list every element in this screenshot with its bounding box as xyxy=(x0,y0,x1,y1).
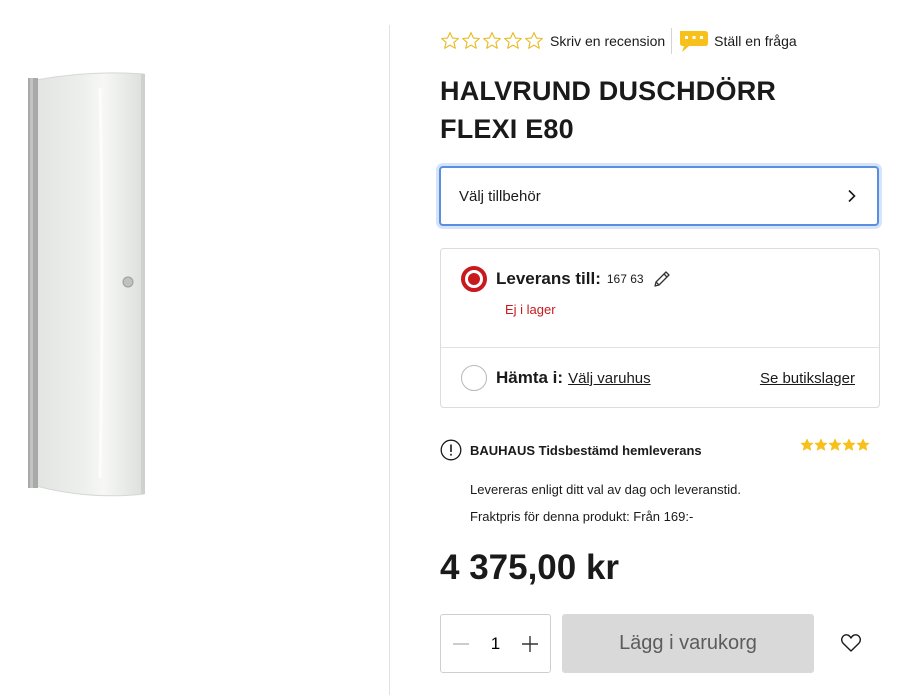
chat-bubble-icon xyxy=(680,31,709,52)
delivery-options: Leverans till: 167 63 Ej i lager Hämta i… xyxy=(440,248,880,408)
choose-store-link[interactable]: Välj varuhus xyxy=(568,370,651,387)
star-outline-icon xyxy=(462,32,480,49)
product-title: HALVRUND DUSCHDÖRR FLEXI E80 xyxy=(440,76,777,144)
timed-delivery-title: BAUHAUS Tidsbestämd hemleverans xyxy=(470,442,702,458)
delivery-divider xyxy=(441,347,879,348)
star-filled-icon xyxy=(828,438,842,451)
star-outline-icon xyxy=(504,32,522,49)
home-delivery-option[interactable]: Leverans till: 167 63 xyxy=(461,266,672,292)
delivery-description: Levereras enligt ditt val av dag och lev… xyxy=(470,482,741,497)
minus-icon[interactable] xyxy=(451,634,471,654)
quantity-input[interactable] xyxy=(478,632,513,655)
quantity-stepper xyxy=(440,614,551,673)
home-delivery-radio[interactable] xyxy=(461,266,487,292)
star-filled-icon xyxy=(800,438,814,451)
choose-accessories-button[interactable]: Välj tillbehör xyxy=(439,166,879,226)
delivery-rating-stars xyxy=(800,438,870,452)
star-outline-icon xyxy=(441,32,459,49)
ask-question-label: Ställ en fråga xyxy=(714,33,797,49)
shipping-price-text: Fraktpris för denna produkt: Från 169:- xyxy=(470,509,694,524)
heart-icon[interactable] xyxy=(840,632,862,654)
postal-code: 167 63 xyxy=(606,272,644,286)
pickup-option[interactable]: Hämta i: Välj varuhus xyxy=(461,365,651,391)
write-review-link[interactable]: Skriv en recension xyxy=(550,33,665,49)
stock-status: Ej i lager xyxy=(505,302,556,317)
product-image[interactable] xyxy=(20,68,150,500)
rating-separator xyxy=(671,28,673,54)
star-filled-icon xyxy=(814,438,828,451)
choose-accessories-label: Välj tillbehör xyxy=(459,187,541,205)
edit-pencil-icon[interactable] xyxy=(652,269,672,289)
empty-star-rating[interactable] xyxy=(440,31,544,51)
store-stock-link[interactable]: Se butikslager xyxy=(760,370,855,387)
pickup-label: Hämta i: xyxy=(496,368,564,387)
rating-row: Skriv en recension Ställ en fråga xyxy=(440,28,797,54)
star-outline-icon xyxy=(525,32,543,49)
add-to-cart-button[interactable]: Lägg i varukorg xyxy=(562,614,814,673)
pickup-radio[interactable] xyxy=(461,365,487,391)
ask-question-link[interactable]: Ställ en fråga xyxy=(678,28,797,54)
plus-icon[interactable] xyxy=(520,634,540,654)
star-filled-icon xyxy=(842,438,856,451)
timed-delivery-header: BAUHAUS Tidsbestämd hemleverans xyxy=(440,438,880,461)
vertical-divider xyxy=(389,25,390,695)
chevron-right-icon xyxy=(848,189,856,203)
star-outline-icon xyxy=(483,32,501,49)
delivery-to-label: Leverans till: xyxy=(496,269,601,288)
star-filled-icon xyxy=(856,438,870,451)
info-icon[interactable] xyxy=(440,439,462,461)
product-price: 4 375,00 kr xyxy=(440,548,620,587)
